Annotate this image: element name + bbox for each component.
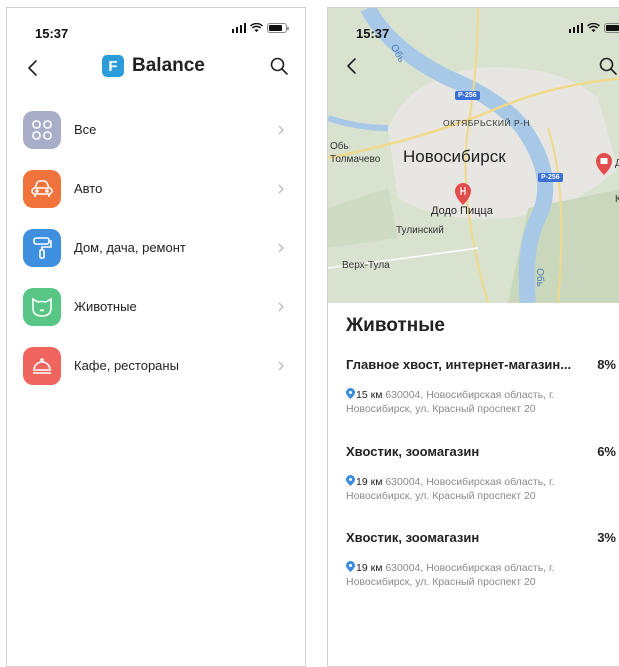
location-pin-icon bbox=[346, 561, 355, 572]
category-label: Кафе, рестораны bbox=[74, 358, 179, 373]
location-pin-icon bbox=[346, 475, 355, 486]
section-title: Животные bbox=[346, 315, 445, 337]
categories-screen: 15:37 F Balance Все Авто bbox=[6, 7, 306, 667]
search-icon[interactable] bbox=[596, 54, 619, 78]
cashback-percent: 6% bbox=[597, 444, 616, 459]
map-label-verh-tula: Верх-Тула bbox=[342, 260, 390, 271]
shop-name: Хвостик, зоомагазин bbox=[346, 530, 479, 545]
chevron-right-icon bbox=[277, 301, 285, 313]
map-label-dodo: Додо Пицца bbox=[431, 205, 493, 217]
chevron-right-icon bbox=[277, 124, 285, 136]
paint-roller-icon bbox=[23, 229, 61, 267]
shop-name: Хвостик, зоомагазин bbox=[346, 444, 479, 459]
map-label-tulinsky: Тулинский bbox=[396, 225, 444, 236]
shop-address-line: 19 км 630004, Новосибирская область, г. … bbox=[346, 475, 616, 503]
header: F Balance bbox=[7, 48, 305, 88]
map-label-partial: Ко bbox=[615, 194, 619, 205]
cat-icon bbox=[23, 288, 61, 326]
status-time: 15:37 bbox=[356, 26, 389, 41]
map-label-river-ob: Обь bbox=[534, 268, 545, 287]
map-view[interactable]: P-256 P-256 Обь Обь ОКТЯБРЬСКИЙ Р-Н Толм… bbox=[328, 8, 619, 303]
category-item-home[interactable]: Дом, дача, ремонт bbox=[7, 218, 305, 277]
status-icons bbox=[569, 23, 619, 33]
map-label-district: ОКТЯБРЬСКИЙ Р-Н bbox=[443, 118, 530, 128]
back-icon[interactable] bbox=[342, 54, 362, 78]
brand-name: Balance bbox=[132, 55, 205, 77]
grid-icon bbox=[23, 111, 61, 149]
map-label-partial: Д bbox=[615, 158, 619, 169]
battery-icon bbox=[267, 23, 287, 33]
signal-icon bbox=[232, 23, 247, 33]
map-label-tolmachevo: Толмачево bbox=[330, 154, 380, 165]
battery-icon bbox=[604, 23, 619, 33]
wifi-icon bbox=[587, 23, 600, 33]
shop-address-line: 19 км 630004, Новосибирская область, г. … bbox=[346, 561, 616, 589]
cashback-percent: 3% bbox=[597, 530, 616, 545]
status-time: 15:37 bbox=[35, 26, 68, 41]
shop-distance: 19 км bbox=[356, 476, 382, 488]
road-shield: P-256 bbox=[455, 91, 480, 100]
location-pin-icon bbox=[346, 388, 355, 399]
road-shield: P-256 bbox=[538, 173, 563, 182]
category-label: Авто bbox=[74, 181, 102, 196]
chevron-right-icon bbox=[277, 242, 285, 254]
status-icons bbox=[232, 23, 288, 33]
category-item-cafe[interactable]: Кафе, рестораны bbox=[7, 336, 305, 395]
car-icon bbox=[23, 170, 61, 208]
category-label: Дом, дача, ремонт bbox=[74, 240, 186, 255]
shop-name: Главное хвост, интернет-магазин... bbox=[346, 357, 571, 372]
signal-icon bbox=[569, 23, 584, 33]
chevron-right-icon bbox=[277, 183, 285, 195]
wifi-icon bbox=[250, 23, 263, 33]
map-screen: P-256 P-256 Обь Обь ОКТЯБРЬСКИЙ Р-Н Толм… bbox=[327, 7, 619, 667]
search-icon[interactable] bbox=[267, 54, 291, 78]
shop-item[interactable]: Хвостик, зоомагазин 6% 19 км 630004, Нов… bbox=[346, 444, 616, 503]
shop-item[interactable]: Хвостик, зоомагазин 3% 19 км 630004, Нов… bbox=[346, 530, 616, 589]
category-label: Животные bbox=[74, 299, 137, 314]
category-item-animals[interactable]: Животные bbox=[7, 277, 305, 336]
map-label-city: Новосибирск bbox=[403, 147, 506, 167]
back-icon[interactable] bbox=[23, 56, 43, 80]
category-list: Все Авто Дом, дача, ремонт Животные bbox=[7, 100, 305, 395]
shop-distance: 19 км bbox=[356, 562, 382, 574]
map-label-ob: Обь bbox=[330, 141, 349, 152]
dish-cover-icon bbox=[23, 347, 61, 385]
brand: F Balance bbox=[102, 55, 205, 77]
cashback-percent: 8% bbox=[597, 357, 616, 372]
shop-item[interactable]: Главное хвост, интернет-магазин... 8% 15… bbox=[346, 357, 616, 416]
category-label: Все bbox=[74, 122, 96, 137]
shop-distance: 15 км bbox=[356, 389, 382, 401]
brand-logo: F bbox=[102, 55, 124, 77]
category-item-auto[interactable]: Авто bbox=[7, 159, 305, 218]
chevron-right-icon bbox=[277, 360, 285, 372]
shop-address-line: 15 км 630004, Новосибирская область, г. … bbox=[346, 388, 616, 416]
category-item-all[interactable]: Все bbox=[7, 100, 305, 159]
